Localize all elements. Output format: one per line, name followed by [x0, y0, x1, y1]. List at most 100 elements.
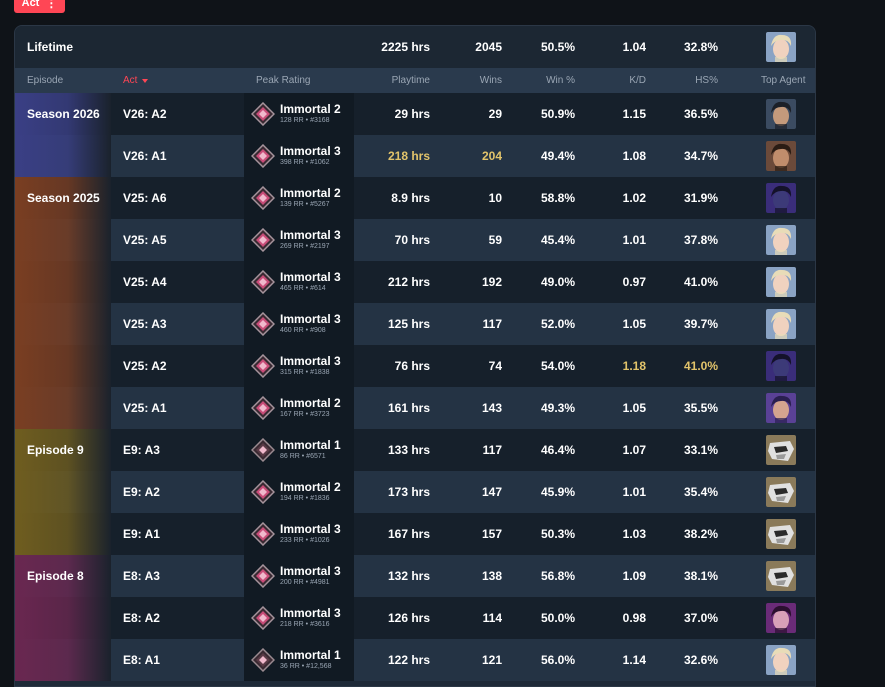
hs-pct-cell: 38.2%: [683, 527, 718, 541]
agent-portrait-icon: [766, 561, 796, 591]
header-kd[interactable]: K/D: [586, 68, 646, 93]
lifetime-row: Lifetime 2225 hrs 2045 50.5% 1.04 32.8%: [15, 26, 815, 68]
playtime-cell: 29 hrs: [394, 107, 430, 121]
act-cell: V25: A1: [123, 401, 167, 415]
immortal-rank-icon: [250, 647, 276, 673]
wins-cell: 117: [482, 443, 502, 457]
hs-pct-cell: 41.0%: [683, 359, 718, 373]
win-pct-cell: 52.0%: [540, 317, 575, 331]
playtime-cell: 76 hrs: [394, 359, 430, 373]
sort-down-icon: [142, 78, 149, 83]
immortal-rank-icon: [250, 605, 276, 631]
table-row: E9: A1 Immortal 3 233 RR • #1026 167 hrs…: [15, 513, 815, 555]
win-pct-cell: 54.0%: [540, 359, 575, 373]
playtime-cell: 8.9 hrs: [391, 191, 430, 205]
episode-group: Season 2026: [15, 93, 111, 177]
table-row: V25: A1 Immortal 2 167 RR • #3723 161 hr…: [15, 387, 815, 429]
wins-cell: 74: [488, 359, 502, 373]
rank-rr-leaderboard: 315 RR • #1838: [280, 369, 330, 376]
rank-rr-leaderboard: 194 RR • #1836: [280, 495, 330, 502]
hs-pct-cell: 35.5%: [683, 401, 718, 415]
rank-name: Immortal 2: [280, 102, 341, 116]
table-header: Episode Act Peak Rating Playtime Wins Wi…: [15, 68, 815, 93]
agent-portrait-icon: [766, 519, 796, 549]
rank-rr-leaderboard: 460 RR • #908: [280, 327, 326, 334]
win-pct-cell: 58.8%: [540, 191, 575, 205]
rank-rr-leaderboard: 128 RR • #3168: [280, 117, 330, 124]
table-row: E8: A2 Immortal 3 218 RR • #3616 126 hrs…: [15, 597, 815, 639]
episode-label: Episode 8: [27, 569, 84, 583]
hs-pct-cell: 36.5%: [683, 107, 718, 121]
wins-cell: 29: [488, 107, 502, 121]
lifetime-win-pct: 50.5%: [540, 40, 575, 54]
rank-name: Immortal 3: [280, 522, 341, 536]
table-row: E9: A3 Immortal 1 86 RR • #6571 133 hrs …: [15, 429, 815, 471]
act-filter-label: Act: [21, 0, 40, 9]
lifetime-kd: 1.04: [622, 40, 646, 54]
act-cell: V25: A4: [123, 275, 167, 289]
rank-rr-leaderboard: 233 RR • #1026: [280, 537, 330, 544]
hs-pct-cell: 34.7%: [683, 149, 718, 163]
immortal-rank-icon: [250, 437, 276, 463]
header-wins[interactable]: Wins: [442, 68, 502, 93]
immortal-rank-icon: [250, 185, 276, 211]
act-cell: V25: A5: [123, 233, 167, 247]
act-cell: E8: A3: [123, 569, 160, 583]
agent-portrait-icon: [766, 32, 796, 62]
immortal-rank-icon: [250, 479, 276, 505]
lifetime-label: Lifetime: [27, 40, 74, 54]
table-row: V25: A2 Immortal 3 315 RR • #1838 76 hrs…: [15, 345, 815, 387]
win-pct-cell: 56.0%: [540, 653, 575, 667]
lifetime-wins: 2045: [475, 40, 502, 54]
playtime-cell: 70 hrs: [394, 233, 430, 247]
kd-cell: 0.97: [622, 275, 646, 289]
header-act-sort[interactable]: Act: [123, 68, 149, 93]
agent-portrait-icon: [766, 603, 796, 633]
header-playtime[interactable]: Playtime: [360, 68, 430, 93]
lifetime-playtime: 2225 hrs: [381, 40, 430, 54]
episode-column: Season 2026 Season 2025 Episode 9 Episode 8: [15, 93, 111, 686]
wins-cell: 10: [488, 191, 502, 205]
kd-cell: 1.09: [622, 569, 646, 583]
rank-name: Immortal 3: [280, 564, 341, 578]
hs-pct-cell: 37.0%: [683, 611, 718, 625]
wins-cell: 204: [481, 149, 502, 163]
act-filter-button[interactable]: Act ⋮: [14, 0, 65, 13]
episode-label: Season 2025: [27, 191, 100, 205]
hs-pct-cell: 31.9%: [683, 191, 718, 205]
agent-portrait-icon: [766, 99, 796, 129]
stats-table: Lifetime 2225 hrs 2045 50.5% 1.04 32.8% …: [14, 25, 816, 687]
playtime-cell: 161 hrs: [387, 401, 430, 415]
episode-group: Episode 9: [15, 429, 111, 555]
table-row: V25: A4 Immortal 3 465 RR • #614 212 hrs…: [15, 261, 815, 303]
act-cell: V26: A1: [123, 149, 167, 163]
header-hs-pct[interactable]: HS%: [658, 68, 718, 93]
immortal-rank-icon: [250, 395, 276, 421]
rank-rr-leaderboard: 465 RR • #614: [280, 285, 326, 292]
rank-name: Immortal 2: [280, 396, 341, 410]
win-pct-cell: 49.3%: [540, 401, 575, 415]
rank-name: Immortal 3: [280, 354, 341, 368]
rank-name: Immortal 2: [280, 480, 341, 494]
header-win-pct[interactable]: Win %: [515, 68, 575, 93]
playtime-cell: 167 hrs: [387, 527, 430, 541]
kd-cell: 1.01: [622, 485, 646, 499]
wins-cell: 117: [482, 317, 502, 331]
hs-pct-cell: 35.4%: [683, 485, 718, 499]
win-pct-cell: 45.4%: [540, 233, 575, 247]
agent-portrait-icon: [766, 225, 796, 255]
table-row: V26: A1 Immortal 3 398 RR • #1062 218 hr…: [15, 135, 815, 177]
win-pct-cell: 49.4%: [540, 149, 575, 163]
rank-rr-leaderboard: 36 RR • #12,568: [280, 663, 332, 670]
header-peak-rating[interactable]: Peak Rating: [256, 68, 310, 93]
table-row: E9: A2 Immortal 2 194 RR • #1836 173 hrs…: [15, 471, 815, 513]
hs-pct-cell: 38.1%: [683, 569, 718, 583]
table-row: V25: A5 Immortal 3 269 RR • #2197 70 hrs…: [15, 219, 815, 261]
episode-label: Season 2026: [27, 107, 100, 121]
act-cell: V25: A6: [123, 191, 167, 205]
more-vertical-icon: ⋮: [45, 0, 58, 10]
playtime-cell: 132 hrs: [387, 569, 430, 583]
header-episode: Episode: [27, 75, 64, 86]
hs-pct-cell: 39.7%: [683, 317, 718, 331]
playtime-cell: 212 hrs: [387, 275, 430, 289]
